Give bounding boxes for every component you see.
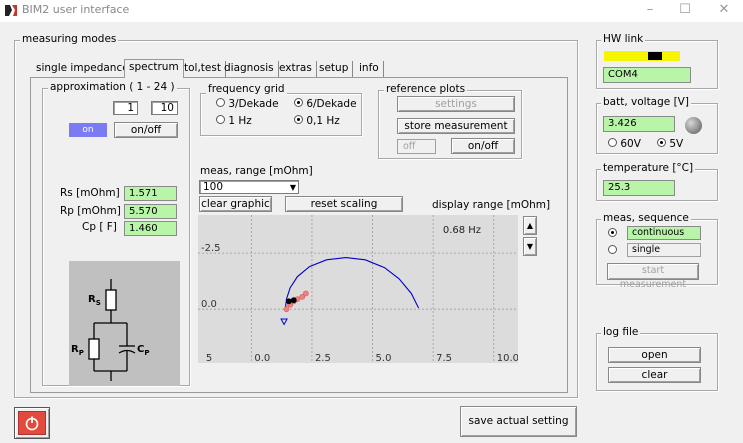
battery-60v-radio[interactable]: [608, 138, 617, 147]
save-setting-button[interactable]: save actual setting: [460, 406, 577, 437]
approximation-onoff-button[interactable]: on/off: [114, 122, 178, 138]
rs-symbol: RS: [88, 294, 101, 307]
x-tick-label: 10.0: [497, 353, 518, 363]
y-tick-label: 0.0: [201, 299, 217, 310]
rp-value: 5.570: [124, 204, 177, 219]
nyquist-plot-canvas: 5 0.0 2.5 5.0 7.5 10.0 -2.5 0.0 0.68 Hz: [198, 215, 519, 364]
single-radio[interactable]: [608, 245, 617, 254]
x-tick-label: 0.0: [254, 353, 270, 363]
battery-5v-option[interactable]: 5V: [657, 138, 683, 150]
reference-plots-label: reference plots: [384, 83, 468, 95]
window-title: BIM2 user interface: [22, 3, 130, 16]
chevron-down-icon[interactable]: ▼: [290, 181, 296, 194]
measuring-modes-label: measuring modes: [20, 33, 119, 45]
freq-6-dekade-radio[interactable]: [294, 98, 303, 107]
battery-led-icon: [685, 117, 702, 134]
approximation-from-input[interactable]: 1: [113, 101, 138, 115]
continuous-option[interactable]: [608, 228, 617, 240]
log-file-label: log file: [601, 326, 641, 338]
battery-voltage-value: 3.426: [603, 116, 675, 132]
frequency-grid-label: frequency grid: [206, 83, 287, 95]
tab-diagnosis[interactable]: diagnosis: [220, 61, 279, 77]
rp-label: Rp [mOhm]: [60, 205, 121, 217]
frequency-annotation: 0.68 Hz: [443, 225, 481, 236]
range-up-button[interactable]: ▲: [523, 216, 537, 235]
approximation-label: approximation ( 1 - 24 ): [48, 81, 177, 93]
hw-link-label: HW link: [601, 33, 646, 45]
reference-state-indicator: off: [397, 139, 436, 154]
temperature-label: temperature [°C]: [601, 162, 696, 174]
x-tick-label: 7.5: [436, 353, 452, 363]
power-icon: [18, 411, 46, 435]
range-down-button[interactable]: ▼: [523, 237, 537, 256]
store-measurement-button[interactable]: store measurement: [397, 118, 515, 134]
equivalent-circuit-diagram: RS RP CP: [69, 261, 180, 386]
measurement-point: [286, 298, 292, 305]
measurement-point: [302, 290, 309, 297]
reference-settings-button[interactable]: settings: [397, 96, 515, 112]
battery-5v-radio[interactable]: [657, 138, 666, 147]
x-tick-label: 5.0: [376, 353, 392, 363]
circuit-schematic-icon: [88, 279, 136, 381]
rs-value: 1.571: [124, 186, 177, 201]
cp-label: Cp [ F]: [82, 221, 117, 233]
rp-symbol: RP: [71, 344, 84, 357]
tab-info[interactable]: info: [355, 61, 384, 77]
tab-single-impedance[interactable]: single impedance: [32, 61, 134, 77]
display-range-label: display range [mOhm]: [432, 199, 551, 211]
temperature-value: 25.3: [603, 180, 675, 196]
cp-value: 1.460: [124, 221, 177, 236]
continuous-label: continuous: [627, 226, 701, 240]
hw-port-value: COM4: [603, 67, 691, 83]
log-clear-button[interactable]: clear: [608, 367, 701, 383]
single-label: single: [627, 243, 701, 257]
meas-range-select[interactable]: 100 ▼: [199, 180, 299, 194]
tab-setup[interactable]: setup: [315, 61, 354, 77]
cp-symbol: CP: [137, 344, 150, 357]
freq-1hz-radio[interactable]: [216, 115, 225, 124]
rs-label: Rs [mOhm]: [60, 187, 120, 199]
tab-spectrum[interactable]: spectrum: [124, 59, 184, 78]
continuous-radio[interactable]: [608, 228, 617, 237]
log-open-button[interactable]: open: [608, 347, 701, 363]
freq-1hz-option[interactable]: 1 Hz: [216, 115, 252, 127]
single-option[interactable]: [608, 245, 617, 257]
minimize-icon[interactable]: –: [640, 2, 660, 17]
measurement-point: [283, 306, 290, 313]
impedance-fit-curve: [284, 257, 420, 310]
meas-range-label: meas, range [mOhm]: [200, 165, 313, 177]
clear-graphic-button[interactable]: clear graphic: [199, 196, 272, 212]
x-tick-label: 5: [206, 353, 212, 363]
reference-marker: [280, 318, 288, 326]
battery-60v-option[interactable]: 60V: [608, 138, 641, 150]
arrow-up-icon: ▲: [526, 221, 534, 230]
close-icon[interactable]: ✕: [714, 2, 734, 17]
measurement-point: [290, 297, 297, 304]
power-button[interactable]: [14, 407, 50, 439]
freq-3-dekade-option[interactable]: 3/Dekade: [216, 98, 279, 110]
approximation-to-input[interactable]: 10: [151, 101, 178, 115]
start-measurement-button[interactable]: start measurement: [607, 263, 699, 290]
maximize-icon[interactable]: ☐: [675, 2, 695, 17]
app-logo-icon: [4, 4, 18, 17]
battery-label: batt, voltage [V]: [601, 96, 691, 108]
reference-onoff-button[interactable]: on/off: [451, 138, 515, 154]
freq-3-dekade-radio[interactable]: [216, 98, 225, 107]
title-bar: BIM2 user interface – ☐ ✕: [0, 0, 743, 22]
hw-link-signal-marker: [648, 52, 662, 60]
approximation-status-indicator: on: [69, 123, 107, 137]
freq-01hz-option[interactable]: 0,1 Hz: [294, 115, 340, 127]
arrow-down-icon: ▼: [526, 242, 534, 251]
meas-sequence-label: meas, sequence: [601, 212, 691, 224]
freq-6-dekade-option[interactable]: 6/Dekade: [294, 98, 357, 110]
reset-scaling-button[interactable]: reset scaling: [285, 196, 403, 212]
tab-extras[interactable]: extras: [275, 61, 317, 77]
freq-01hz-radio[interactable]: [294, 115, 303, 124]
x-tick-label: 2.5: [315, 353, 331, 363]
spectrum-plot: 5 0.0 2.5 5.0 7.5 10.0 -2.5 0.0 0.68 Hz: [198, 215, 519, 364]
y-tick-label: -2.5: [201, 243, 221, 254]
hw-link-signal-bar: [604, 51, 680, 61]
